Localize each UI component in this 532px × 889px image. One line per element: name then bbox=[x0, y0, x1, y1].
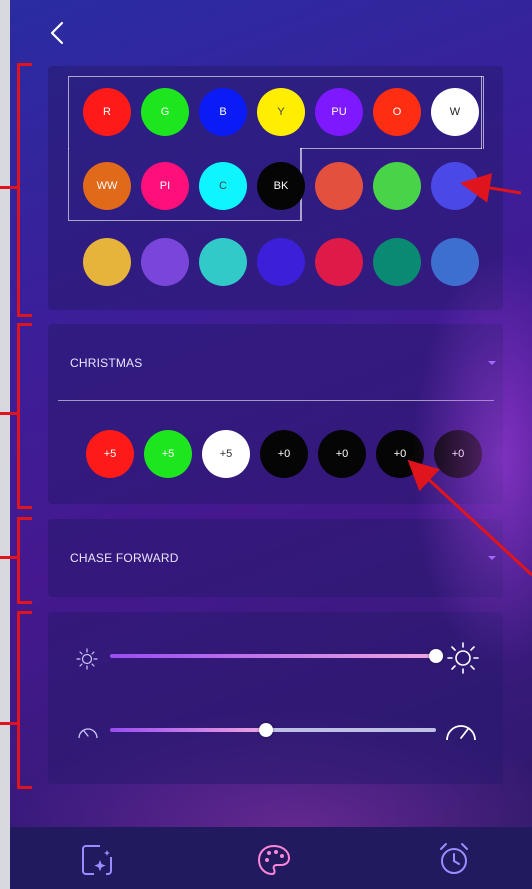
brightness-low-icon bbox=[76, 648, 98, 670]
color-swatch-bk[interactable]: BK bbox=[257, 162, 305, 210]
color-swatch-b[interactable]: B bbox=[199, 88, 247, 136]
effects-icon[interactable] bbox=[80, 843, 114, 877]
scene-dropdown-caret-icon[interactable] bbox=[488, 361, 496, 365]
color-swatch[interactable] bbox=[315, 162, 363, 210]
app-screen: R G B Y PU O W WW PI C BK CHRISTMAS +5 +5 +5 +0 +0 +0 +… bbox=[10, 0, 532, 889]
screenshot-margin bbox=[0, 0, 10, 889]
color-swatch[interactable] bbox=[431, 238, 479, 286]
color-swatch-c[interactable]: C bbox=[199, 162, 247, 210]
mode-dropdown-caret-icon[interactable] bbox=[488, 556, 496, 560]
color-swatch-r[interactable]: R bbox=[83, 88, 131, 136]
brightness-slider-thumb[interactable] bbox=[429, 649, 443, 663]
brightness-slider[interactable] bbox=[110, 654, 436, 658]
color-swatch-ww[interactable]: WW bbox=[83, 162, 131, 210]
preset-colors-outline-step bbox=[300, 148, 482, 149]
speed-low-icon bbox=[78, 728, 98, 739]
color-swatch[interactable] bbox=[199, 238, 247, 286]
color-swatch[interactable] bbox=[373, 162, 421, 210]
bottom-nav bbox=[10, 827, 532, 889]
speed-high-icon bbox=[446, 725, 476, 741]
color-swatch-pi[interactable]: PI bbox=[141, 162, 189, 210]
color-swatch-w[interactable]: W bbox=[431, 88, 479, 136]
scene-panel: CHRISTMAS +5 +5 +5 +0 +0 +0 +0 bbox=[48, 324, 503, 504]
color-swatch-pu[interactable]: PU bbox=[315, 88, 363, 136]
color-swatch-g[interactable]: G bbox=[141, 88, 189, 136]
scene-color-slot[interactable]: +5 bbox=[202, 430, 250, 478]
color-swatch[interactable] bbox=[373, 238, 421, 286]
color-palette-panel: R G B Y PU O W WW PI C BK bbox=[48, 66, 503, 310]
color-swatch-y[interactable]: Y bbox=[257, 88, 305, 136]
sliders-panel bbox=[48, 612, 503, 784]
scene-color-slot[interactable]: +0 bbox=[434, 430, 482, 478]
scene-color-slot[interactable]: +0 bbox=[260, 430, 308, 478]
color-swatch[interactable] bbox=[257, 238, 305, 286]
color-swatch-o[interactable]: O bbox=[373, 88, 421, 136]
back-chevron-icon[interactable] bbox=[46, 20, 70, 46]
mode-dropdown-label[interactable]: CHASE FORWARD bbox=[70, 551, 179, 565]
color-swatch[interactable] bbox=[83, 238, 131, 286]
color-swatch[interactable] bbox=[431, 162, 479, 210]
color-swatch[interactable] bbox=[315, 238, 363, 286]
scene-color-slot[interactable]: +0 bbox=[318, 430, 366, 478]
scene-divider bbox=[58, 400, 494, 401]
color-swatch[interactable] bbox=[141, 238, 189, 286]
scene-color-slot[interactable]: +5 bbox=[86, 430, 134, 478]
scene-color-slot[interactable]: +5 bbox=[144, 430, 192, 478]
speed-slider-thumb[interactable] bbox=[259, 723, 274, 737]
scene-color-slot[interactable]: +0 bbox=[376, 430, 424, 478]
mode-panel: CHASE FORWARD bbox=[48, 519, 503, 597]
alarm-clock-icon[interactable] bbox=[436, 841, 472, 877]
brightness-high-icon bbox=[447, 642, 479, 674]
scene-dropdown-label[interactable]: CHRISTMAS bbox=[70, 356, 142, 370]
palette-icon[interactable] bbox=[256, 843, 292, 877]
